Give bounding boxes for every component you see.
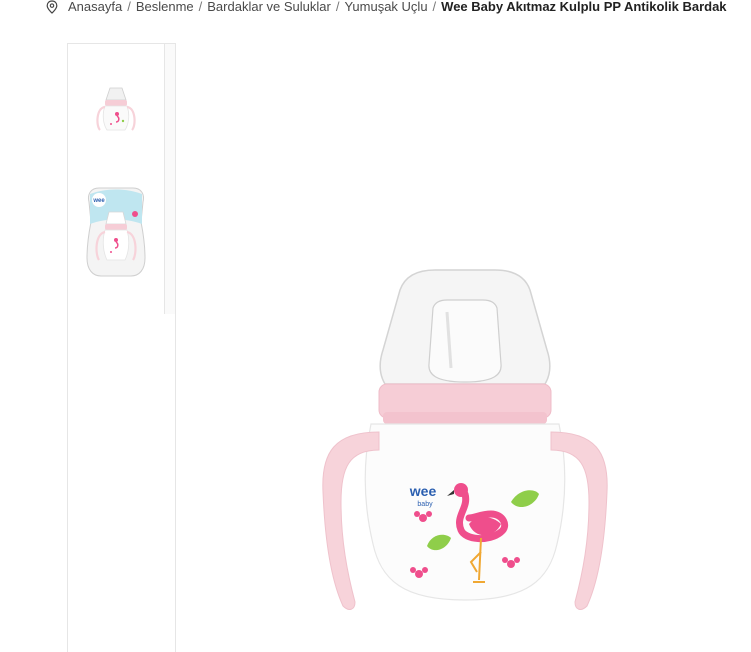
breadcrumb-separator: / [127,0,131,14]
thumbnail-scrollbar[interactable] [164,44,175,314]
breadcrumb-link-bardaklar[interactable]: Bardaklar ve Suluklar [207,0,331,14]
brand-logo-text: wee [409,483,437,499]
thumbnail-gallery: wee [67,43,176,652]
breadcrumb-separator: / [335,0,340,14]
breadcrumb-current: Wee Baby Akıtmaz Kulplu PP Antikolik Bar… [441,0,727,14]
sippy-cup-image: wee baby [322,269,608,610]
thumbnail-2[interactable]: wee [78,182,154,282]
thumbnail-1[interactable] [78,80,154,140]
svg-text:baby: baby [417,501,433,508]
main-product-image[interactable]: wee baby [305,262,625,622]
thumbnail-2-image: wee [86,187,146,277]
breadcrumb-separator: / [198,0,203,14]
map-pin-icon [44,0,60,14]
breadcrumb-link-yumusak-uclu[interactable]: Yumuşak Uçlu [344,0,427,14]
breadcrumb-link-home[interactable]: Anasayfa [68,0,122,14]
breadcrumb-link-beslenme[interactable]: Beslenme [136,0,194,14]
breadcrumb-separator: / [432,0,437,14]
breadcrumb: Anasayfa / Beslenme / Bardaklar ve Suluk… [44,0,727,14]
thumbnail-list: wee [68,44,164,314]
svg-text:wee: wee [92,198,105,204]
thumbnail-1-image [96,87,136,131]
